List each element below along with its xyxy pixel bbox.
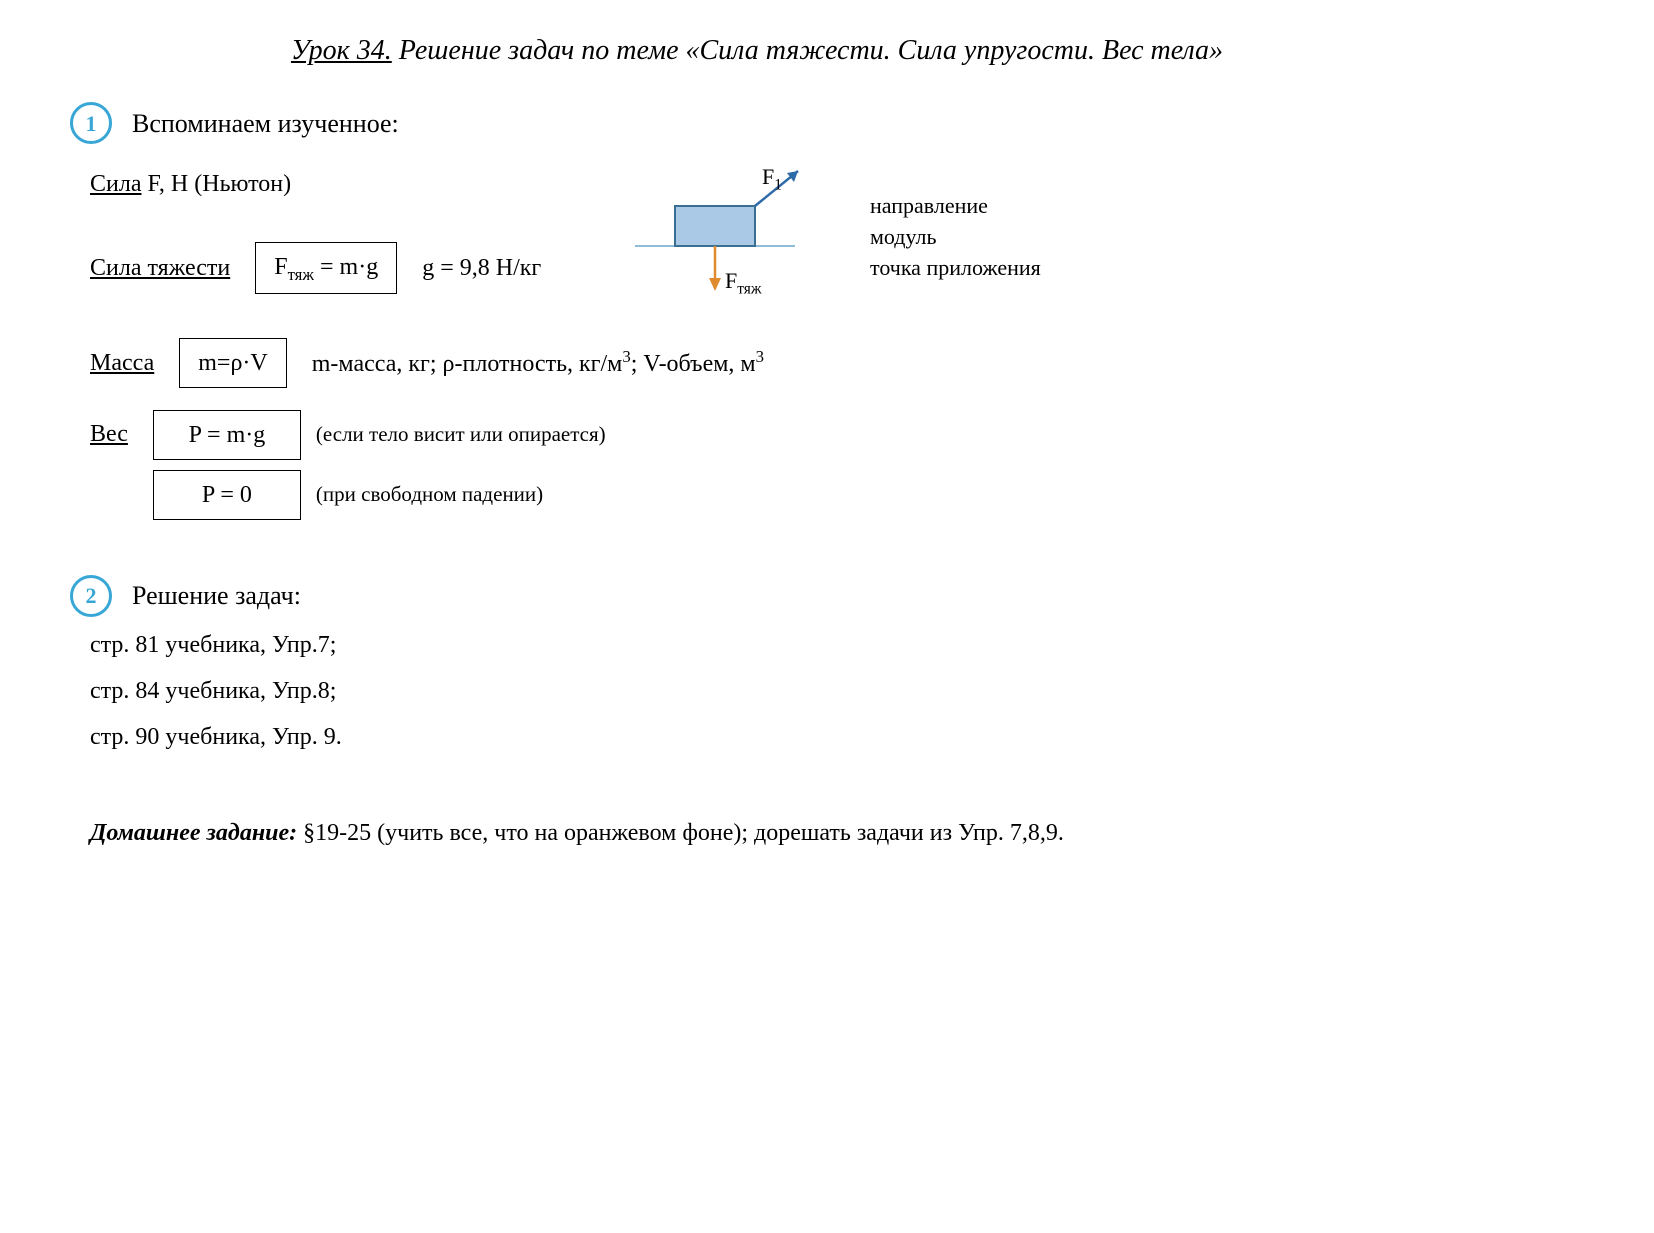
force-note-module: модуль (870, 222, 1041, 253)
mass-label: Масса (90, 345, 154, 381)
section-marker-1: 1 (70, 102, 112, 144)
gravity-rest: = m·g (314, 254, 378, 280)
force-label: Сила (90, 171, 141, 197)
gravity-label: Сила тяжести (90, 250, 230, 286)
lesson-title: Урок 34. Решение задач по теме «Сила тяж… (70, 30, 1444, 72)
force-diagram: F1 Fтяж (615, 166, 845, 296)
weight-label: Вес (90, 416, 128, 452)
task-item: стр. 81 учебника, Упр.7; (90, 627, 1444, 663)
force-properties-list: направление модуль точка приложения (870, 191, 1041, 283)
lesson-topic: Решение задач по теме «Сила тяжести. Сил… (392, 35, 1223, 66)
weight-note2: (при свободном падении) (316, 479, 543, 511)
section-heading-2: Решение задач: (132, 576, 301, 615)
g-value: g = 9,8 Н/кг (422, 250, 541, 286)
diagram-ftag-label: Fтяж (725, 264, 762, 301)
section-marker-2: 2 (70, 575, 112, 617)
lesson-number: Урок 34. (291, 35, 392, 66)
gravity-sub: тяж (288, 265, 314, 284)
weight-formula1-box: P = m·g (153, 410, 301, 460)
force-note-direction: направление (870, 191, 1041, 222)
homework-label: Домашнее задание: (90, 820, 297, 846)
mass-desc: m-масса, кг; ρ-плотность, кг/м3; V-объем… (312, 344, 764, 382)
homework-text: §19-25 (учить все, что на оранжевом фоне… (297, 820, 1064, 846)
force-desc: F, Н (Ньютон) (141, 171, 291, 197)
gravity-F: F (274, 254, 287, 280)
task-item: стр. 90 учебника, Упр. 9. (90, 719, 1444, 755)
section-heading: Вспоминаем изученное: (132, 104, 399, 143)
weight-formula2-box: P = 0 (153, 470, 301, 520)
homework-block: Домашнее задание: §19-25 (учить все, что… (90, 815, 1444, 851)
mass-formula-box: m=ρ·V (179, 338, 287, 388)
diagram-f1-label: F1 (762, 160, 782, 197)
force-note-point: точка приложения (870, 253, 1041, 284)
task-item: стр. 84 учебника, Упр.8; (90, 673, 1444, 709)
gravity-formula-box: Fтяж = m·g (255, 242, 397, 294)
weight-note1: (если тело висит или опирается) (316, 419, 606, 451)
